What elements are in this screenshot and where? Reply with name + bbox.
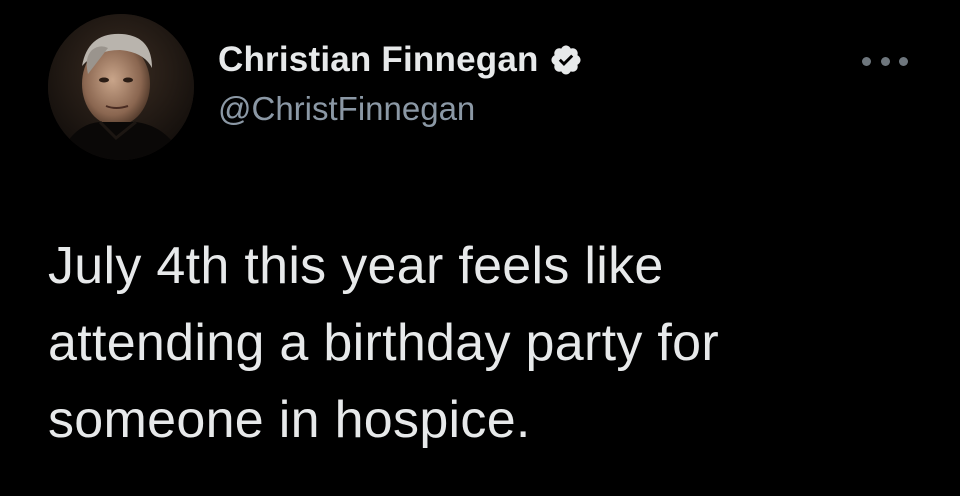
- tweet-text-line: someone in hospice.: [48, 391, 531, 449]
- avatar[interactable]: [48, 14, 194, 160]
- avatar-image: [48, 14, 194, 160]
- tweet-text-line: attending a birthday party for: [48, 314, 719, 372]
- tweet-text-line: July 4th this year feels like: [48, 237, 664, 295]
- author-name-row: Christian Finnegan: [218, 38, 583, 82]
- more-dot: [862, 56, 871, 66]
- tweet-text: July 4th this year feels like attending …: [48, 228, 928, 459]
- more-dot: [880, 56, 890, 66]
- author-handle[interactable]: @ChristFinnegan: [218, 90, 475, 128]
- tweet-card: Christian Finnegan @ChristFinnegan July …: [0, 0, 960, 496]
- verified-badge-icon: [549, 43, 583, 77]
- more-dot: [899, 56, 908, 66]
- display-name[interactable]: Christian Finnegan: [218, 40, 539, 80]
- more-options-icon[interactable]: [862, 50, 908, 72]
